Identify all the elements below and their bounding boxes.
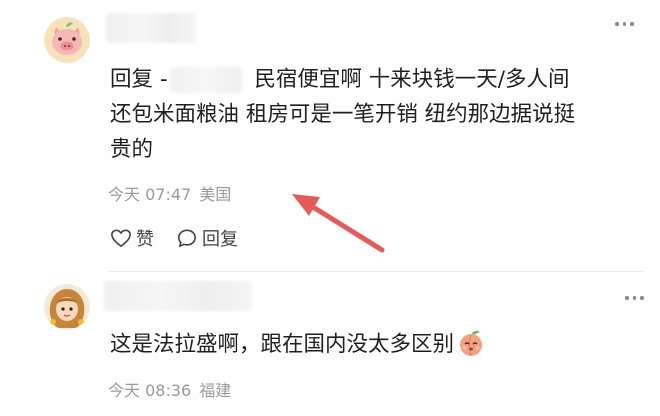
cartoon-girl-icon [44,284,90,330]
comment-text: 这是法拉盛啊，跟在国内没太多区别 [110,327,485,368]
comment-item: 这是法拉盛啊，跟在国内没太多区别 今天 08:36 福建 [0,0,660,416]
comment-meta: 今天 08:36 福建 [108,377,231,401]
more-options-icon[interactable] [625,296,644,300]
avatar[interactable] [44,284,90,330]
peach-face-emoji-icon [457,329,485,368]
username-blurred [104,281,252,311]
comment-time: 今天 08:36 [108,381,192,400]
comment-location: 福建 [199,381,232,400]
